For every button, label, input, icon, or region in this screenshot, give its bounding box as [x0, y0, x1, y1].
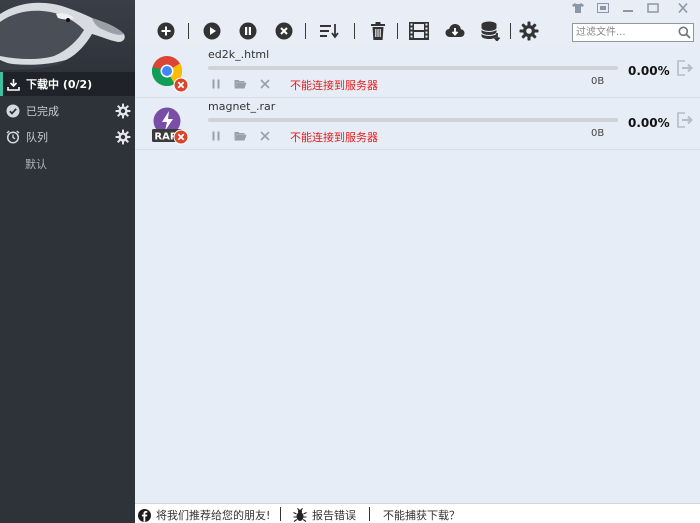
add-download-button[interactable]	[155, 20, 177, 42]
gear-icon	[519, 21, 539, 41]
pause-button[interactable]	[237, 20, 259, 42]
progress-percent: 0.00%	[628, 116, 670, 130]
cannot-capture-label: 不能捕获下载？	[383, 509, 460, 522]
trash-icon	[371, 22, 385, 40]
plus-circle-icon	[157, 22, 175, 40]
sort-icon	[320, 24, 339, 39]
sidebar-item-downloading[interactable]: 下载中 (0/2)	[0, 72, 135, 96]
report-bug-link[interactable]: 报告错误	[293, 507, 356, 523]
status-separator	[369, 507, 370, 521]
sidebar-item-completed[interactable]: 已完成	[0, 99, 135, 123]
recommend-label: 将我们推荐给您的朋友!	[156, 509, 271, 522]
database-icon	[481, 21, 501, 41]
gear-icon[interactable]	[115, 103, 131, 119]
cancel-icon[interactable]	[258, 129, 272, 143]
gear-icon[interactable]	[115, 129, 131, 145]
open-file-icon[interactable]	[676, 59, 694, 77]
status-bar: 将我们推荐给您的朋友! 报告错误 不能捕获下载？	[135, 503, 700, 523]
minimode-icon[interactable]	[593, 1, 613, 15]
toolbar-separator	[354, 23, 355, 39]
facebook-icon	[138, 508, 151, 522]
maximize-icon[interactable]	[643, 1, 663, 15]
check-circle-icon	[6, 104, 20, 118]
video-button[interactable]	[408, 20, 430, 42]
x-circle-icon	[275, 22, 293, 40]
pause-icon[interactable]	[209, 129, 223, 143]
error-message: 不能连接到服务器	[290, 79, 378, 92]
progress-percent: 0.00%	[628, 64, 670, 78]
progress-bar	[208, 118, 618, 122]
alarm-clock-icon	[6, 130, 20, 144]
folder-open-icon[interactable]	[233, 77, 247, 91]
sidebar-item-label: 下载中 (0/2)	[26, 78, 93, 91]
progress-bar	[208, 66, 618, 70]
filter-files-input[interactable]	[573, 24, 677, 41]
cloud-download-button[interactable]	[444, 20, 466, 42]
sidebar-item-queue[interactable]: 队列	[0, 125, 135, 149]
pause-circle-icon	[239, 22, 257, 40]
folder-open-icon[interactable]	[233, 129, 247, 143]
sidebar-item-label: 队列	[26, 131, 48, 144]
toolbar-separator	[397, 23, 398, 39]
pause-icon[interactable]	[209, 77, 223, 91]
settings-button[interactable]	[518, 20, 540, 42]
error-message: 不能连接到服务器	[290, 131, 378, 144]
cloud-download-icon	[445, 24, 465, 37]
sidebar-item-label: 已完成	[26, 105, 59, 118]
delete-button[interactable]	[367, 20, 389, 42]
sidebar: 下载中 (0/2) 已完成 队列 默认	[0, 0, 135, 523]
recommend-link[interactable]: 将我们推荐给您的朋友!	[138, 507, 270, 523]
download-icon	[6, 77, 20, 91]
film-icon	[409, 22, 429, 40]
skin-shirt-icon[interactable]	[568, 1, 588, 15]
minimize-icon[interactable]	[618, 1, 638, 15]
rar-archive-icon: RAR	[150, 106, 190, 146]
eagle-logo	[0, 0, 135, 70]
toolbar-separator	[305, 23, 306, 39]
download-list: ed2k_.html 0.00% 不能连接到服务器 0B RAR magnet_…	[135, 46, 700, 503]
database-button[interactable]	[480, 20, 502, 42]
filter-files-box	[572, 23, 694, 42]
bug-icon	[293, 508, 307, 522]
toolbar-separator	[188, 23, 189, 39]
file-size: 0B	[591, 128, 605, 139]
search-icon[interactable]	[678, 26, 691, 39]
start-button[interactable]	[201, 20, 223, 42]
cancel-icon[interactable]	[258, 77, 272, 91]
sort-button[interactable]	[319, 20, 341, 42]
toolbar-separator	[510, 23, 511, 39]
stop-button[interactable]	[273, 20, 295, 42]
download-row[interactable]: RAR magnet_.rar 0.00% 不能连接到服务器 0B	[135, 98, 700, 150]
open-file-icon[interactable]	[676, 111, 694, 129]
file-size: 0B	[591, 76, 605, 87]
file-name: ed2k_.html	[208, 48, 270, 61]
queue-default-item[interactable]: 默认	[25, 156, 47, 172]
file-name: magnet_.rar	[208, 100, 276, 113]
status-separator	[280, 507, 281, 521]
close-window-icon[interactable]	[673, 1, 693, 15]
cannot-capture-link[interactable]: 不能捕获下载？	[383, 507, 460, 523]
play-circle-icon	[203, 22, 221, 40]
chrome-html-icon	[150, 54, 190, 94]
report-bug-label: 报告错误	[312, 509, 356, 522]
download-row[interactable]: ed2k_.html 0.00% 不能连接到服务器 0B	[135, 46, 700, 98]
